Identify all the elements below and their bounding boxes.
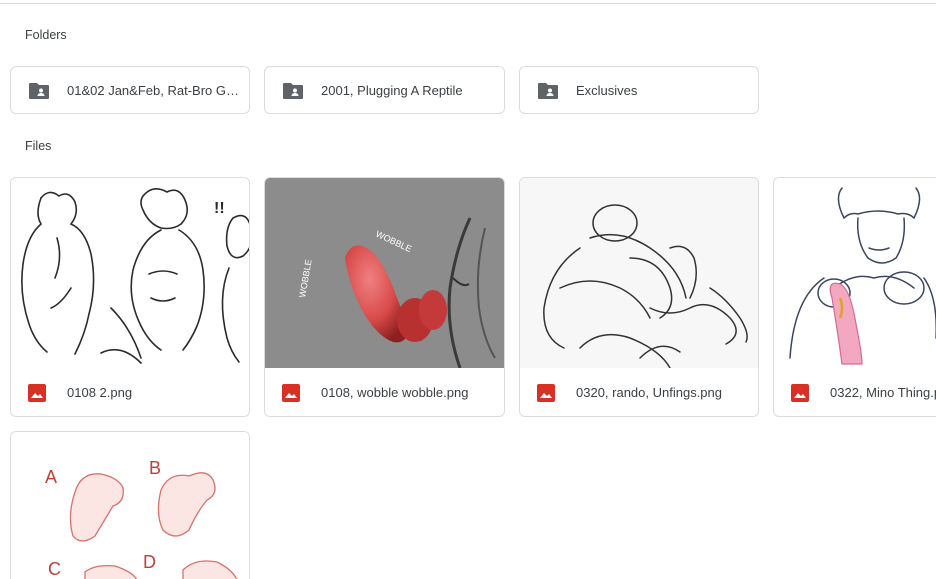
shared-folder-icon: [538, 83, 558, 99]
sketch-label-b: B: [149, 458, 161, 478]
folder-name: 2001, Plugging A Reptile: [321, 83, 463, 98]
file-card[interactable]: 0322, Mino Thing.png: [773, 177, 936, 417]
folder-name: Exclusives: [576, 83, 638, 98]
image-file-icon: [791, 384, 809, 402]
file-card[interactable]: A B C D: [10, 431, 250, 579]
file-thumbnail: A B C D: [11, 432, 249, 579]
folder-item-exclusives[interactable]: Exclusives: [519, 66, 759, 114]
file-name: 0320, rando, Unfings.png: [576, 385, 722, 400]
file-thumbnail: [774, 178, 936, 368]
exclaim-mark: !!: [214, 200, 225, 217]
shared-folder-icon: [283, 83, 303, 99]
file-card[interactable]: WOBBLE WOBBLE 0108, wobble wobble.png: [264, 177, 505, 417]
wobble-label-right: WOBBLE: [374, 229, 413, 254]
folder-name: 01&02 Jan&Feb, Rat-Bro Gym Sess: [67, 83, 239, 98]
top-divider: [0, 3, 936, 4]
folders-heading: Folders: [25, 28, 67, 42]
file-name: 0108, wobble wobble.png: [321, 385, 469, 400]
file-thumbnail: !!: [11, 178, 249, 368]
file-card[interactable]: 0320, rando, Unfings.png: [519, 177, 759, 417]
file-thumbnail: [520, 178, 758, 368]
shared-folder-icon: [29, 83, 49, 99]
file-card[interactable]: !! 0108 2.png: [10, 177, 250, 417]
file-name: 0108 2.png: [67, 385, 133, 400]
wobble-label-left: WOBBLE: [297, 259, 314, 299]
folder-item-plugging-a-reptile[interactable]: 2001, Plugging A Reptile: [264, 66, 505, 114]
image-file-icon: [537, 384, 555, 402]
sketch-label-a: A: [45, 467, 57, 487]
sketch-label-d: D: [143, 552, 156, 572]
file-thumbnail: WOBBLE WOBBLE: [265, 178, 504, 368]
files-heading: Files: [25, 139, 52, 153]
image-file-icon: [282, 384, 300, 402]
file-name: 0322, Mino Thing.png: [830, 385, 936, 400]
folder-item-rat-bro[interactable]: 01&02 Jan&Feb, Rat-Bro Gym Sess: [10, 66, 250, 114]
sketch-label-c: C: [48, 559, 61, 579]
image-file-icon: [28, 384, 46, 402]
